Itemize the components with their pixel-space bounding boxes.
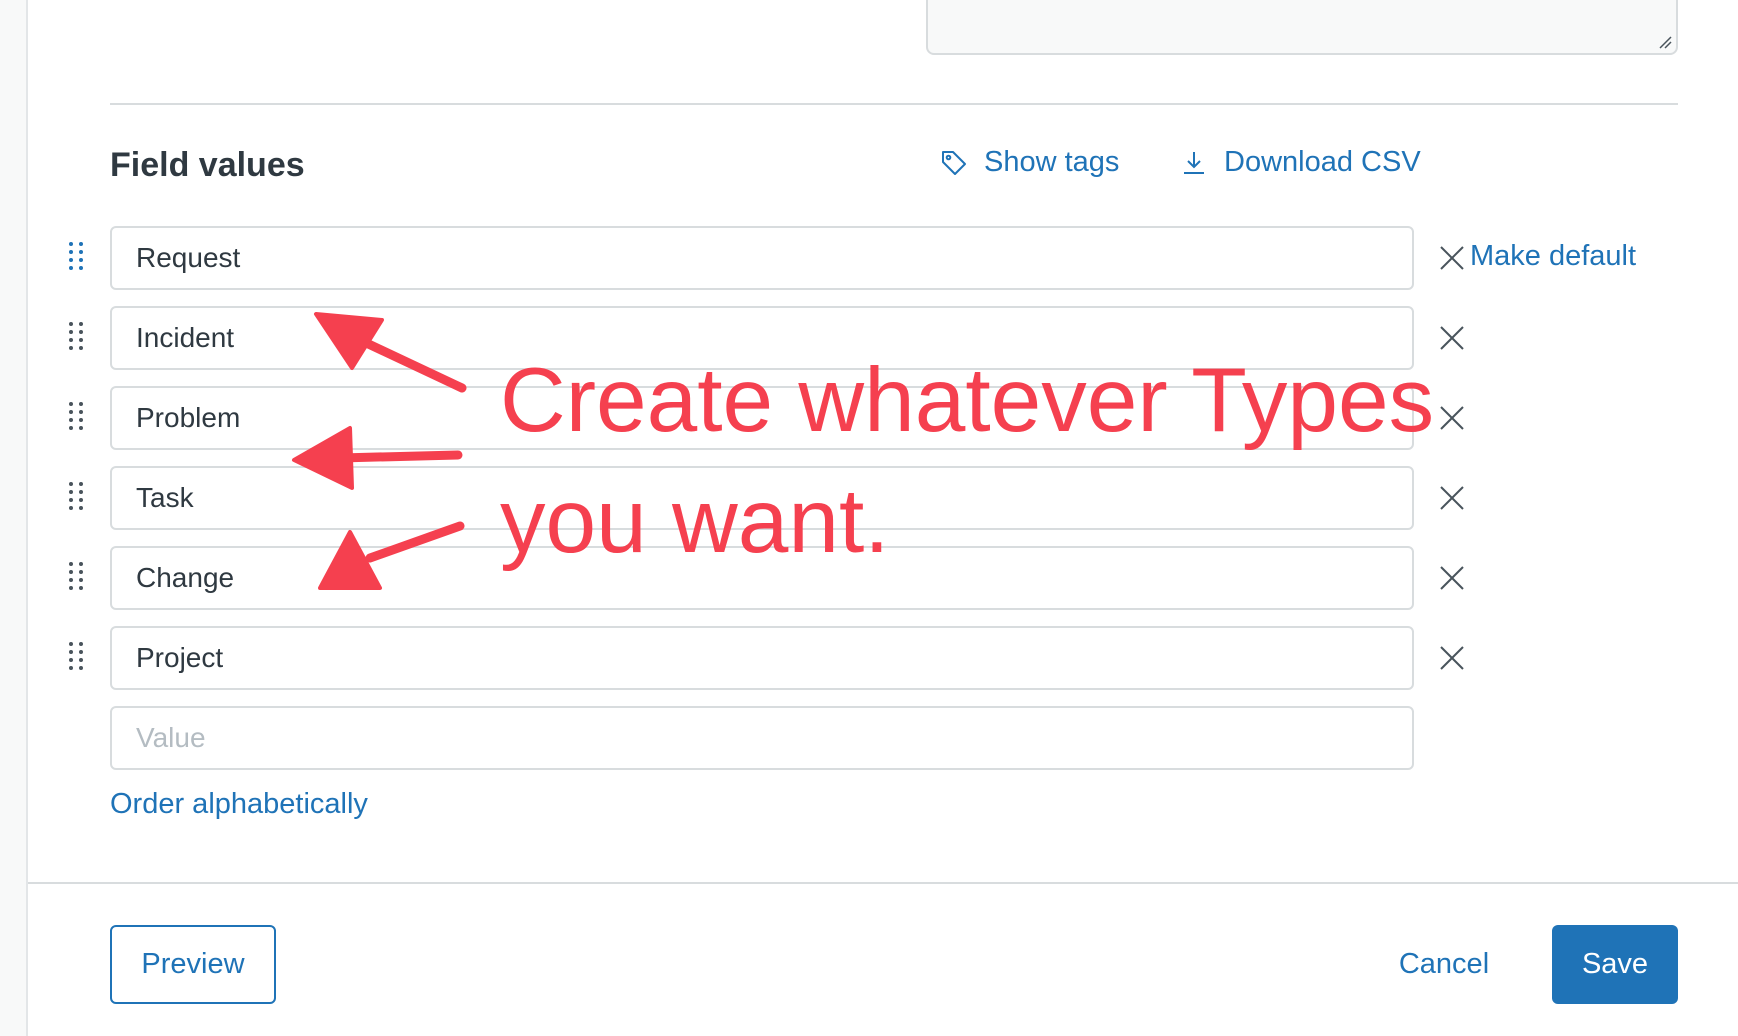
field-value-row (0, 546, 1738, 610)
field-value-row: Make default (0, 226, 1738, 290)
download-csv-link[interactable]: Download CSV (1180, 146, 1421, 179)
order-alphabetically-link[interactable]: Order alphabetically (110, 788, 368, 821)
drag-handle-icon[interactable] (69, 402, 85, 434)
save-button[interactable]: Save (1552, 925, 1678, 1004)
make-default-link[interactable]: Make default (1470, 240, 1636, 273)
drag-handle-icon[interactable] (69, 242, 85, 274)
field-value-input[interactable] (110, 466, 1414, 530)
close-icon[interactable] (1438, 484, 1466, 512)
close-icon[interactable] (1438, 244, 1466, 272)
description-textarea[interactable] (926, 0, 1678, 55)
field-value-input[interactable] (110, 626, 1414, 690)
close-icon[interactable] (1438, 324, 1466, 352)
download-icon (1184, 151, 1204, 174)
field-value-input[interactable] (110, 386, 1414, 450)
drag-handle-icon[interactable] (69, 322, 85, 354)
preview-button[interactable]: Preview (110, 925, 276, 1004)
close-icon[interactable] (1438, 564, 1466, 592)
field-value-row (0, 306, 1738, 370)
section-title: Field values (110, 146, 305, 184)
drag-handle-icon[interactable] (69, 562, 85, 594)
close-icon[interactable] (1438, 404, 1466, 432)
close-icon[interactable] (1438, 644, 1466, 672)
field-value-row (0, 466, 1738, 530)
drag-handle-icon[interactable] (69, 642, 85, 674)
cancel-button[interactable]: Cancel (1380, 925, 1508, 1004)
new-value-input[interactable] (110, 706, 1414, 770)
field-value-input[interactable] (110, 306, 1414, 370)
tag-icon (942, 150, 966, 175)
new-value-row (0, 706, 1738, 770)
field-value-input[interactable] (110, 226, 1414, 290)
field-value-row (0, 626, 1738, 690)
show-tags-label: Show tags (984, 146, 1120, 178)
download-csv-label: Download CSV (1224, 146, 1421, 178)
field-value-input[interactable] (110, 546, 1414, 610)
resize-grip-icon[interactable] (1658, 35, 1672, 49)
field-value-row (0, 386, 1738, 450)
footer-divider (28, 882, 1738, 884)
show-tags-link[interactable]: Show tags (940, 146, 1119, 179)
drag-handle-icon[interactable] (69, 482, 85, 514)
section-divider (110, 103, 1678, 105)
